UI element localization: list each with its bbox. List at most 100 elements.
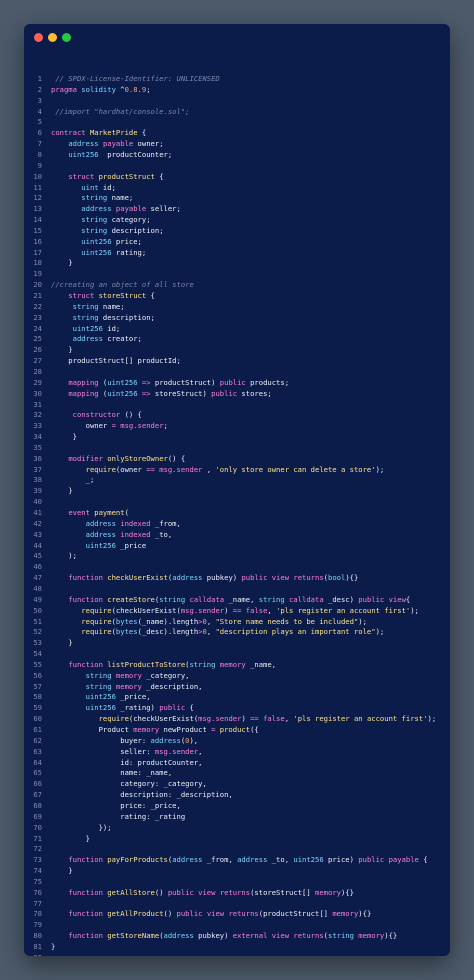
code-token: calldata bbox=[289, 594, 324, 604]
line-code: contract MarketPride { bbox=[51, 128, 146, 139]
code-token: } bbox=[51, 638, 73, 648]
line-code: } bbox=[51, 432, 77, 443]
line-number: 62 bbox=[33, 735, 42, 745]
maximize-button[interactable] bbox=[62, 33, 71, 42]
code-token: mapping bbox=[68, 377, 99, 387]
code-token: memory bbox=[332, 909, 359, 919]
code-token: "description plays an important role" bbox=[215, 627, 376, 637]
minimize-button[interactable] bbox=[48, 33, 57, 42]
code-line: 44 uint256 _price bbox=[24, 541, 450, 552]
code-token: (productStruct[] bbox=[258, 909, 333, 919]
window-controls bbox=[34, 33, 71, 42]
code-token: memory bbox=[133, 725, 160, 734]
code-line: 64 id: productCounter, bbox=[24, 758, 450, 769]
line-number: 6 bbox=[37, 128, 42, 138]
code-token: msg.sender bbox=[159, 464, 203, 474]
code-token: storeStruct bbox=[98, 291, 147, 300]
line-code: constructor () { bbox=[51, 410, 142, 421]
code-line: 6 contract MarketPride { bbox=[24, 128, 450, 139]
code-line: 7 address payable owner; bbox=[24, 139, 450, 150]
code-token: seller; bbox=[146, 204, 181, 214]
code-token: (_name).length bbox=[137, 616, 199, 626]
code-line: 68 price: _price, bbox=[24, 801, 450, 812]
code-token: address bbox=[85, 529, 116, 539]
line-number: 15 bbox=[33, 225, 42, 235]
line-number: 49 bbox=[33, 594, 42, 604]
line-code: Product memory newProduct = product({ bbox=[51, 725, 259, 736]
line-number: 35 bbox=[33, 442, 42, 452]
code-token: 0.8.9 bbox=[124, 84, 147, 94]
code-token: description: _description, bbox=[51, 790, 233, 800]
code-token: == bbox=[146, 464, 155, 474]
code-token: { bbox=[405, 594, 411, 604]
code-token: () bbox=[163, 909, 177, 919]
line-code: function payForProducts(address _from, a… bbox=[51, 855, 427, 866]
code-token: msg.sender bbox=[198, 714, 242, 724]
code-token: } bbox=[51, 345, 73, 355]
code-line: 31 bbox=[24, 400, 450, 411]
line-code: uint256 rating; bbox=[51, 248, 146, 259]
code-token: require bbox=[81, 605, 112, 615]
line-number: 40 bbox=[33, 497, 42, 507]
code-token: ); bbox=[427, 714, 437, 724]
line-number: 31 bbox=[33, 399, 42, 409]
line-code: function getStoreName(address pubkey) ex… bbox=[51, 931, 397, 942]
line-number: 34 bbox=[33, 432, 42, 442]
code-token: uint256 bbox=[72, 323, 103, 333]
line-number: 19 bbox=[33, 269, 42, 279]
line-number: 36 bbox=[33, 453, 42, 463]
line-code: id: productCounter, bbox=[51, 758, 202, 769]
code-token: view bbox=[206, 909, 225, 919]
line-code: productStruct[] productId; bbox=[51, 356, 181, 367]
code-token: memory bbox=[358, 931, 385, 941]
code-token: calldata bbox=[189, 594, 225, 604]
line-code: buyer: address(0), bbox=[51, 736, 198, 747]
line-number: 77 bbox=[33, 898, 42, 908]
code-token: string bbox=[72, 301, 99, 311]
line-code: mapping (uint256 => productStruct) publi… bbox=[51, 378, 289, 389]
code-token: ){} bbox=[384, 931, 398, 941]
code-token: pubkey) bbox=[193, 931, 233, 941]
code-line: 43 address indexed _to, bbox=[24, 530, 450, 541]
code-line: 41 event payment( bbox=[24, 508, 450, 519]
code-token: uint256 bbox=[293, 855, 324, 865]
code-token: payable bbox=[388, 855, 419, 865]
code-token: memory bbox=[115, 670, 142, 680]
code-token: ; bbox=[163, 421, 168, 431]
code-token: => bbox=[141, 388, 151, 398]
code-token: productStruct bbox=[98, 171, 155, 181]
code-line: 57 string memory _description, bbox=[24, 682, 450, 693]
line-code: string name; bbox=[51, 302, 125, 313]
line-number: 72 bbox=[33, 844, 42, 854]
code-line: 10 struct productStruct { bbox=[24, 172, 450, 183]
code-token: products; bbox=[245, 377, 290, 387]
line-number: 17 bbox=[33, 247, 42, 257]
code-token: address bbox=[85, 518, 116, 528]
line-number: 41 bbox=[33, 508, 42, 517]
close-button[interactable] bbox=[34, 33, 43, 42]
code-token: require bbox=[81, 616, 112, 626]
code-line: 73 function payForProducts(address _from… bbox=[24, 855, 450, 866]
code-token: productCounter; bbox=[98, 149, 173, 159]
code-token: require bbox=[98, 714, 129, 724]
code-line: 74 } bbox=[24, 866, 450, 877]
line-number: 56 bbox=[33, 670, 42, 680]
code-line: 79 bbox=[24, 920, 450, 931]
code-token: id: productCounter, bbox=[51, 757, 203, 767]
code-line: 19 bbox=[24, 269, 450, 280]
code-token: string bbox=[72, 312, 99, 322]
line-number: 12 bbox=[33, 193, 42, 203]
code-token: public bbox=[358, 594, 385, 604]
code-token: { bbox=[185, 703, 194, 713]
code-line: 16 uint256 price; bbox=[24, 237, 450, 248]
code-token: _rating) bbox=[115, 703, 160, 713]
